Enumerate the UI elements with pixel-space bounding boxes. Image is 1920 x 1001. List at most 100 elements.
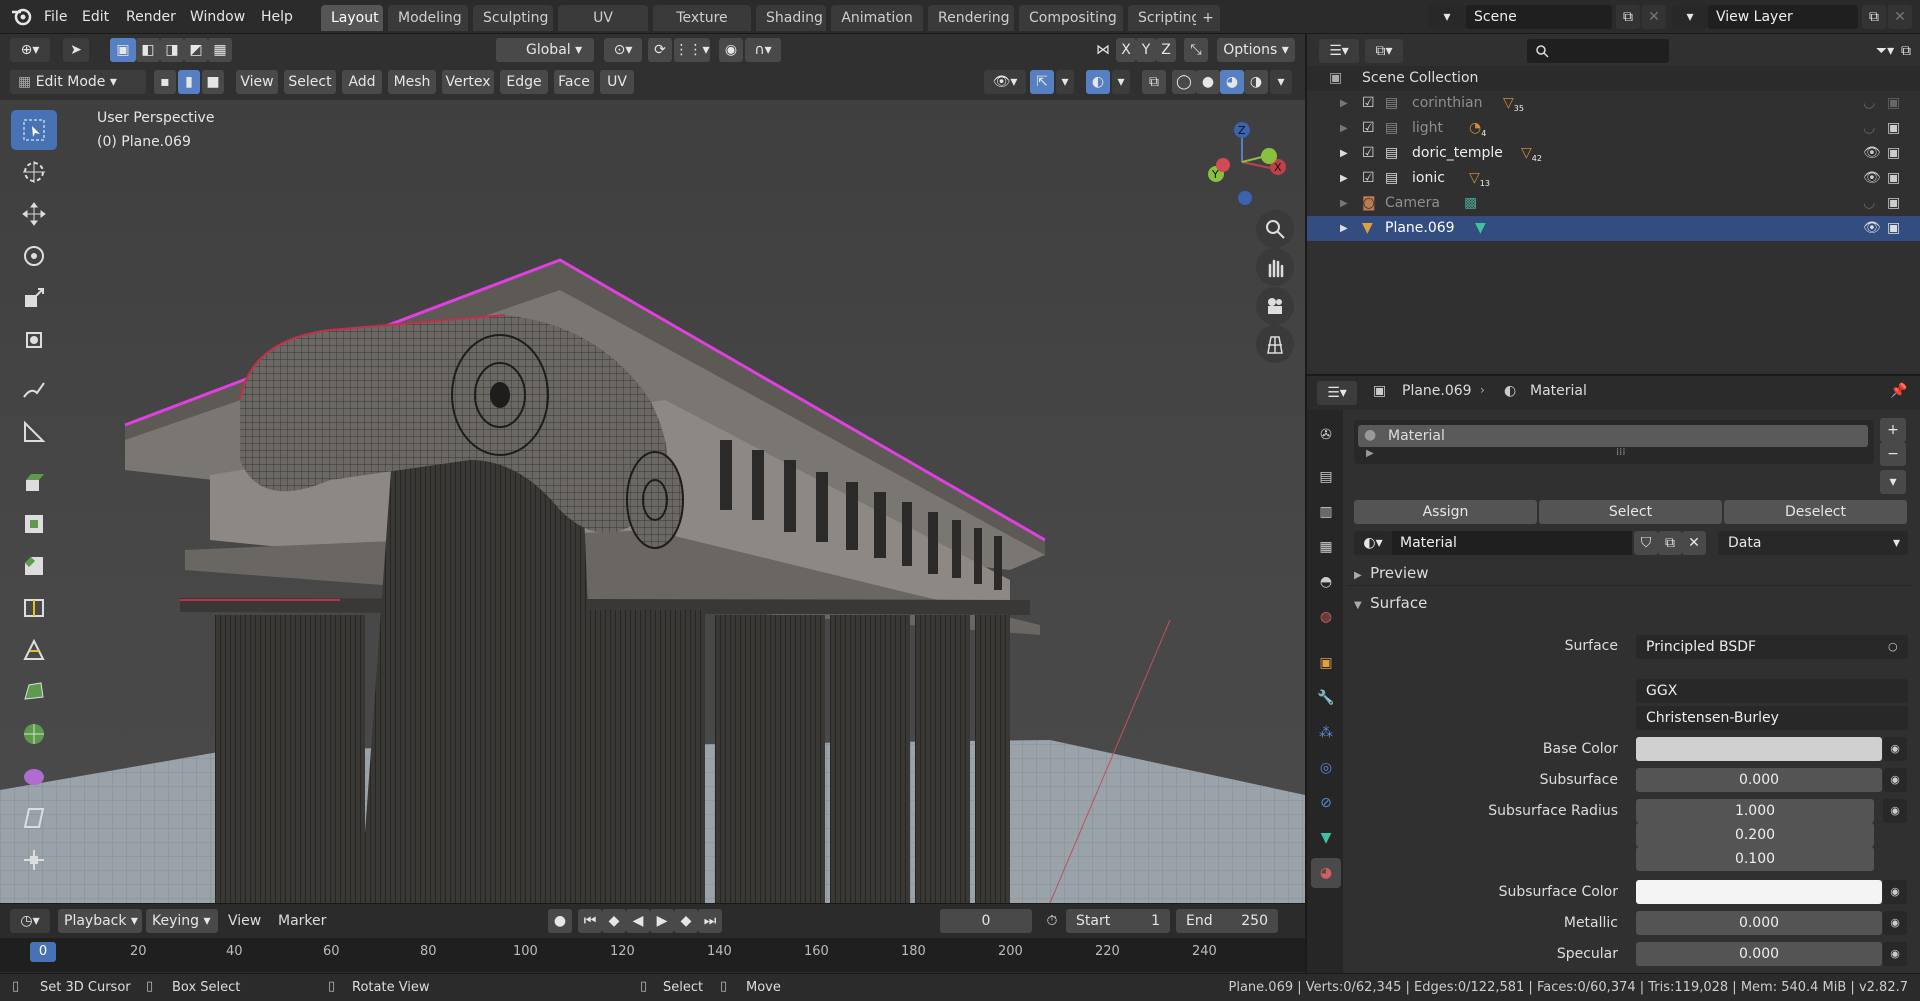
tab-compositing[interactable]: Compositing bbox=[1019, 5, 1123, 31]
add-slot-button[interactable]: + bbox=[1880, 418, 1906, 442]
properties-editor-type-icon[interactable]: ☰▾ bbox=[1317, 381, 1357, 405]
play-reverse-icon[interactable]: ◀ bbox=[626, 909, 650, 933]
render-toggle-icon[interactable]: ▣ bbox=[1887, 91, 1900, 116]
link-dropdown[interactable]: Data ▾ bbox=[1718, 531, 1908, 555]
pin-icon[interactable]: 📌 bbox=[1890, 383, 1907, 399]
overlay-dropdown-icon[interactable]: ▾ bbox=[1112, 70, 1130, 94]
mirror-y-toggle[interactable]: Y bbox=[1136, 38, 1156, 62]
subsurface-node-icon[interactable]: ◉ bbox=[1883, 768, 1907, 792]
gizmo-toggle-icon[interactable]: ⇱ bbox=[1030, 70, 1054, 94]
visibility-eye-icon[interactable]: 👁 bbox=[1863, 216, 1881, 241]
play-icon[interactable]: ▶ bbox=[650, 909, 674, 933]
slot-expand-arrow-icon[interactable]: ▶ bbox=[1366, 448, 1374, 459]
cursor-tool-icon[interactable] bbox=[11, 152, 57, 192]
camera-view-icon[interactable] bbox=[1256, 287, 1294, 325]
blender-logo-icon[interactable] bbox=[10, 0, 36, 34]
expand-arrow-icon[interactable]: ▶ bbox=[1340, 116, 1348, 141]
new-scene-icon[interactable]: ⧉ bbox=[1616, 5, 1640, 29]
poly-build-tool-icon[interactable] bbox=[11, 672, 57, 712]
mirror-x-toggle[interactable]: X bbox=[1116, 38, 1136, 62]
smooth-tool-icon[interactable] bbox=[11, 756, 57, 796]
navigation-gizmo[interactable]: Z Y X bbox=[1190, 110, 1300, 210]
edge-select-mode-icon[interactable]: ▮ bbox=[178, 70, 200, 94]
expand-arrow-icon[interactable]: ▶ bbox=[1340, 141, 1348, 166]
proportional-falloff-icon[interactable]: ∩▾ bbox=[745, 38, 781, 62]
add-workspace-button[interactable]: + bbox=[1196, 5, 1220, 31]
tab-sculpting[interactable]: Sculpting bbox=[473, 5, 553, 31]
tab-shading[interactable]: Shading bbox=[756, 5, 826, 31]
material-name-field[interactable]: Material bbox=[1392, 531, 1632, 555]
slot-specials-button[interactable]: ▾ bbox=[1880, 470, 1906, 494]
select-mode-invert-icon[interactable]: ◩ bbox=[184, 38, 208, 62]
output-tab-icon[interactable]: ▥ bbox=[1311, 497, 1341, 527]
measure-tool-icon[interactable] bbox=[11, 412, 57, 452]
menu-vertex[interactable]: Vertex bbox=[442, 70, 494, 94]
render-toggle-icon[interactable]: ▣ bbox=[1887, 116, 1900, 141]
material-tab-icon[interactable]: ◕ bbox=[1311, 858, 1341, 888]
vertex-select-mode-icon[interactable]: ▪ bbox=[154, 70, 176, 94]
specular-node-icon[interactable]: ◉ bbox=[1883, 942, 1907, 966]
shading-wireframe-icon[interactable]: ◯ bbox=[1172, 70, 1196, 94]
subsurface-color-swatch[interactable] bbox=[1636, 880, 1882, 904]
zoom-icon[interactable] bbox=[1256, 210, 1294, 248]
specular-field[interactable]: 0.000 bbox=[1636, 942, 1882, 966]
knife-tool-icon[interactable] bbox=[11, 630, 57, 670]
auto-merge-icon[interactable]: ⤡ bbox=[1184, 38, 1208, 62]
subsurface-color-node-icon[interactable]: ◉ bbox=[1883, 880, 1907, 904]
prev-keyframe-icon[interactable]: ◆ bbox=[602, 909, 626, 933]
menu-window[interactable]: Window bbox=[190, 0, 245, 34]
hide-toggle-icon[interactable]: ◡ bbox=[1863, 191, 1875, 216]
move-tool-icon[interactable] bbox=[11, 194, 57, 234]
outliner-row-doric-temple[interactable]: ▶ ☑ ▤ doric_temple ▽42 👁 ▣ bbox=[1307, 141, 1920, 166]
timeline-marker-menu[interactable]: Marker bbox=[278, 913, 326, 929]
menu-render[interactable]: Render bbox=[126, 0, 176, 34]
scene-name-field[interactable]: Scene bbox=[1466, 5, 1612, 29]
exclude-checkbox[interactable]: ☑ bbox=[1362, 116, 1375, 141]
tab-animation[interactable]: Animation bbox=[831, 5, 923, 31]
scale-tool-icon[interactable] bbox=[11, 278, 57, 318]
view-layer-browse-icon[interactable]: ▾ bbox=[1672, 5, 1708, 29]
outliner-editor-type-icon[interactable]: ☰▾ bbox=[1319, 39, 1359, 63]
select-mode-extend-icon[interactable]: ◧ bbox=[136, 38, 160, 62]
perspective-toggle-icon[interactable] bbox=[1256, 325, 1294, 363]
render-tab-icon[interactable]: ▤ bbox=[1311, 462, 1341, 492]
node-link-icon[interactable]: ○ bbox=[1888, 640, 1898, 653]
shear-tool-icon[interactable] bbox=[11, 798, 57, 838]
shading-rendered-icon[interactable]: ◑ bbox=[1244, 70, 1268, 94]
tab-texture-paint[interactable]: Texture Paint bbox=[653, 5, 751, 52]
surface-shader-dropdown[interactable]: Principled BSDF bbox=[1636, 635, 1908, 659]
subsurface-radius-y[interactable]: 0.200 bbox=[1636, 823, 1874, 847]
overlay-toggle-icon[interactable]: ◐ bbox=[1086, 70, 1110, 94]
outliner-row-corinthian[interactable]: ▶ ☑ ▤ corinthian ▽35 ◡ ▣ bbox=[1307, 91, 1920, 116]
render-toggle-icon[interactable]: ▣ bbox=[1887, 191, 1900, 216]
outliner-search-input[interactable] bbox=[1527, 39, 1669, 63]
mesh-data-tab-icon[interactable]: ▼ bbox=[1311, 823, 1341, 853]
transform-orientation-dropdown[interactable]: Global ▾ bbox=[496, 38, 594, 62]
select-mode-new-icon[interactable]: ▣ bbox=[110, 38, 136, 62]
world-tab-icon[interactable]: ◍ bbox=[1311, 602, 1341, 632]
scene-tab-icon[interactable]: ◓ bbox=[1311, 567, 1341, 597]
start-frame-field[interactable]: Start 1 bbox=[1066, 909, 1170, 933]
delete-scene-icon[interactable]: ✕ bbox=[1642, 5, 1666, 29]
material-slot-item[interactable]: Material bbox=[1358, 425, 1868, 447]
visibility-eye-icon[interactable]: 👁 bbox=[1863, 166, 1881, 191]
stopwatch-icon[interactable]: ⏱ bbox=[1040, 909, 1064, 933]
transform-tool-icon[interactable] bbox=[11, 320, 57, 360]
base-color-swatch[interactable] bbox=[1636, 737, 1882, 761]
menu-edit[interactable]: Edit bbox=[82, 0, 109, 34]
pivot-point-icon[interactable]: ⊙▾ bbox=[604, 38, 642, 62]
menu-edge[interactable]: Edge bbox=[500, 70, 548, 94]
render-toggle-icon[interactable]: ▣ bbox=[1887, 166, 1900, 191]
shading-dropdown-icon[interactable]: ▾ bbox=[1270, 70, 1292, 94]
deselect-button[interactable]: Deselect bbox=[1724, 500, 1907, 524]
visibility-eye-icon[interactable]: 👁 bbox=[1863, 141, 1881, 166]
outliner-row-plane-069[interactable]: ▶ ▼ Plane.069 ▼ 👁 ▣ bbox=[1307, 216, 1920, 241]
subsurface-method-dropdown[interactable]: Christensen-Burley bbox=[1636, 706, 1908, 730]
hide-toggle-icon[interactable]: ◡ bbox=[1863, 91, 1875, 116]
gizmo-dropdown-icon[interactable]: ▾ bbox=[1056, 70, 1074, 94]
physics-tab-icon[interactable]: ◎ bbox=[1311, 753, 1341, 783]
display-mode-icon[interactable]: ⧉▾ bbox=[1365, 39, 1403, 63]
metallic-field[interactable]: 0.000 bbox=[1636, 911, 1882, 935]
outliner-row-camera[interactable]: ▶ ◙ Camera ▩ ◡ ▣ bbox=[1307, 191, 1920, 216]
tab-uv-editing[interactable]: UV Editing bbox=[558, 5, 648, 52]
